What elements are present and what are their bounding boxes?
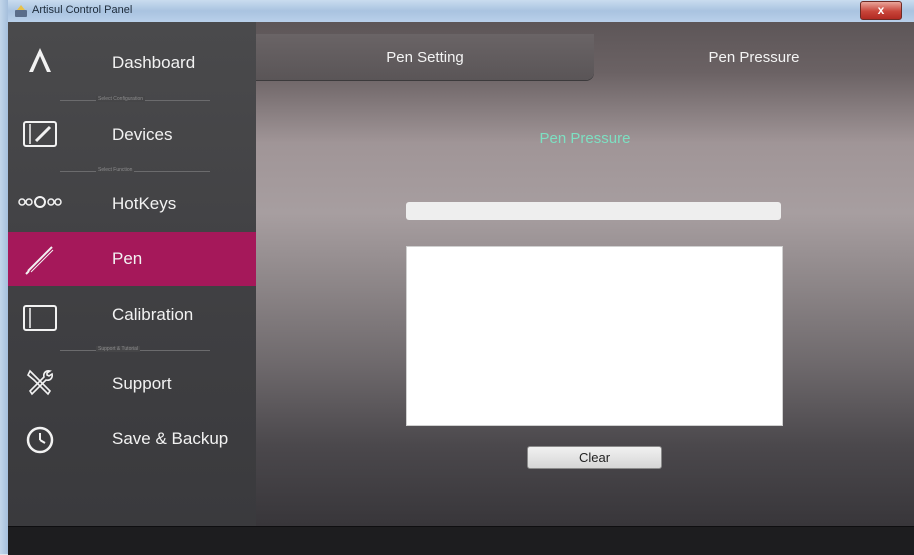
tools-icon xyxy=(18,365,62,401)
sidebar-item-label: Support xyxy=(112,374,172,393)
clock-icon xyxy=(18,422,62,458)
app-window: Artisul Control Panel x Dashboard Select… xyxy=(8,0,914,555)
sidebar-item-save-backup[interactable]: Save & Backup xyxy=(8,414,256,468)
clear-button-label: Clear xyxy=(578,450,611,465)
sidebar-item-label: Devices xyxy=(112,125,173,144)
sidebar-item-label: Pen xyxy=(112,249,143,268)
separator-label: Support & Tutorial xyxy=(96,346,141,352)
main-content: Pen Setting Pen Pressure Pen Pressure Cl… xyxy=(256,22,914,526)
sidebar-item-calibration[interactable]: Calibration xyxy=(8,288,256,348)
sidebar-item-label: HotKeys xyxy=(112,194,177,213)
sidebar-item-devices[interactable]: Devices xyxy=(8,102,256,170)
app-icon xyxy=(15,5,27,17)
tab-pen-setting[interactable]: Pen Setting xyxy=(256,34,594,80)
hotkeys-dots-icon xyxy=(18,184,62,220)
tab-pen-pressure[interactable]: Pen Pressure xyxy=(594,34,914,80)
sidebar-item-dashboard[interactable]: Dashboard xyxy=(8,22,256,102)
sidebar-item-label: Save & Backup xyxy=(112,429,229,448)
pen-test-canvas[interactable] xyxy=(406,246,783,426)
separator xyxy=(60,171,210,172)
tab-label: Pen Setting xyxy=(386,48,464,66)
tablet-pen-icon xyxy=(18,116,62,152)
section-title: Pen Pressure xyxy=(539,130,631,147)
sidebar-item-hotkeys[interactable]: HotKeys xyxy=(8,174,256,230)
tablet-icon xyxy=(18,300,62,336)
sidebar: Dashboard Select Configuration Devices S… xyxy=(8,22,256,526)
tab-bar: Pen Setting Pen Pressure xyxy=(256,34,914,80)
close-button[interactable]: x xyxy=(860,1,902,20)
window-left-edge xyxy=(0,0,8,554)
sidebar-item-support[interactable]: Support xyxy=(8,358,256,412)
footer-bar xyxy=(8,526,914,555)
window-title: Artisul Control Panel xyxy=(32,4,133,16)
separator-label: Select Function xyxy=(96,167,135,173)
artisul-logo-icon xyxy=(18,42,62,78)
clear-button[interactable]: Clear xyxy=(527,446,662,469)
sidebar-item-label: Calibration xyxy=(112,305,194,324)
pen-icon xyxy=(18,241,62,277)
title-bar[interactable]: Artisul Control Panel x xyxy=(8,0,914,23)
sidebar-item-pen[interactable]: Pen xyxy=(8,232,256,286)
tab-label: Pen Pressure xyxy=(708,48,800,66)
sidebar-item-label: Dashboard xyxy=(112,53,196,72)
pressure-meter xyxy=(406,202,781,220)
